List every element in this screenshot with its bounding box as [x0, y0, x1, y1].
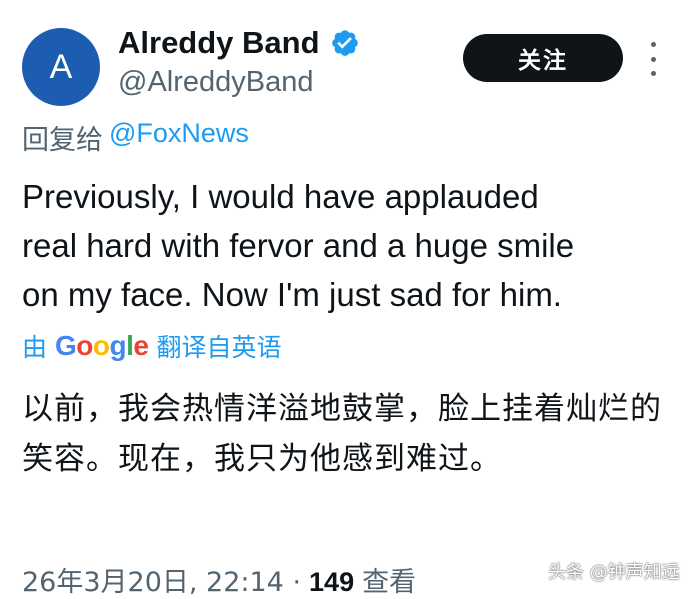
- tweet-text: Previously, I would have applauded real …: [22, 178, 575, 313]
- timestamp[interactable]: 26年3月20日, 22:14 ·: [22, 560, 301, 599]
- more-vertical-icon[interactable]: [648, 42, 658, 76]
- display-name[interactable]: Alreddy Band: [118, 25, 320, 61]
- avatar[interactable]: A: [22, 28, 100, 106]
- translation-suffix: 翻译自英语: [156, 333, 282, 362]
- views-count: 149: [309, 567, 355, 597]
- author-handle[interactable]: @AlreddyBand: [118, 66, 360, 99]
- tweet-meta: 26年3月20日, 22:14 · 149 查看: [22, 560, 416, 599]
- watermark: 头条 @钟声知远: [548, 562, 680, 583]
- google-logo: Google: [55, 330, 149, 361]
- translated-text: 以前，我会热情洋溢地鼓掌，脸上挂着灿烂的笑容。现在，我只为他感到难过。: [22, 391, 662, 477]
- reply-target-link[interactable]: @FoxNews: [109, 118, 249, 157]
- views-label: 查看: [362, 567, 417, 598]
- follow-button[interactable]: 关注: [463, 34, 623, 82]
- more-dot: [650, 71, 656, 76]
- tweet-header: A Alreddy Band @AlreddyBand 关注: [22, 18, 672, 108]
- reply-context: 回复给 @FoxNews: [22, 118, 249, 157]
- author-names: Alreddy Band @AlreddyBand: [118, 20, 360, 99]
- translation-attribution[interactable]: 由 Google 翻译自英语: [22, 328, 282, 364]
- avatar-letter: A: [49, 47, 73, 86]
- translation-prefix: 由: [22, 333, 48, 362]
- more-dot: [650, 56, 656, 62]
- display-name-row: Alreddy Band: [118, 20, 360, 66]
- more-dot: [650, 42, 656, 47]
- reply-prefix: 回复给: [22, 125, 103, 156]
- verified-badge-icon: [330, 28, 360, 58]
